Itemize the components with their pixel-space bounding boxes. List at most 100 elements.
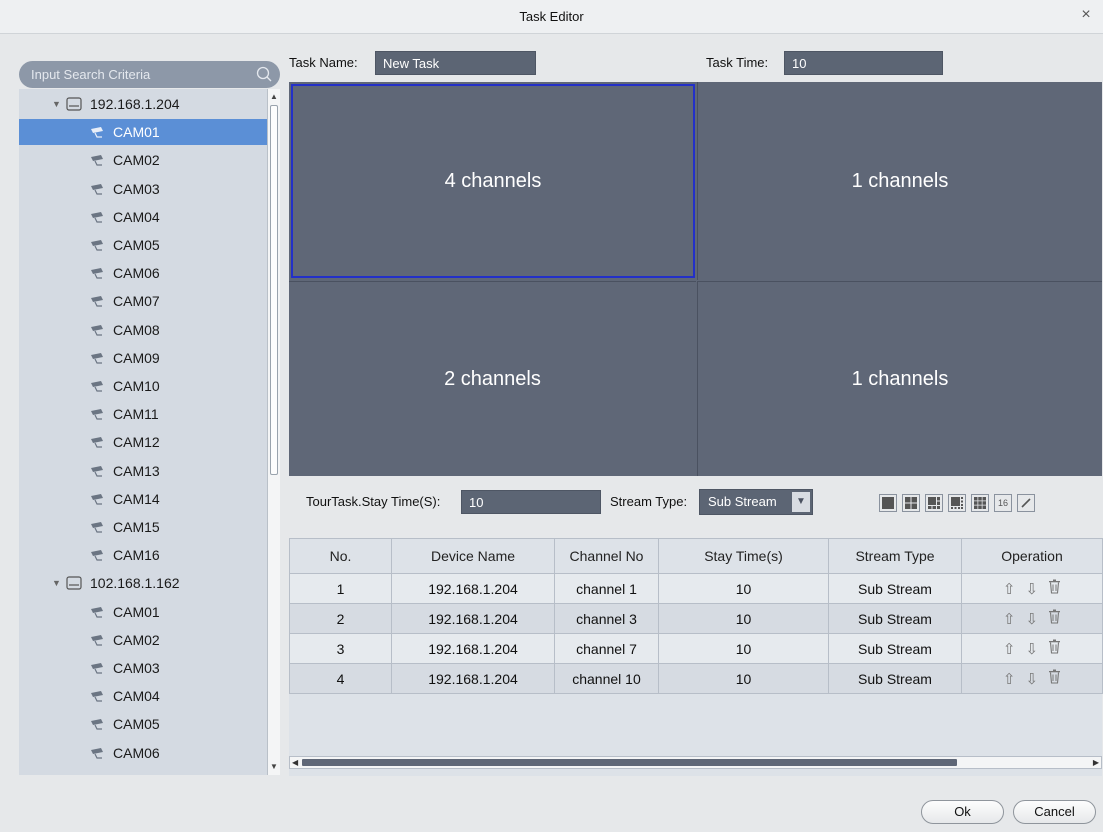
- table-cell: channel 7: [554, 633, 659, 664]
- table-cell: Sub Stream: [828, 573, 962, 604]
- tree-camera-item[interactable]: CAM03: [19, 176, 267, 202]
- tree-camera-item[interactable]: CAM11: [19, 401, 267, 427]
- scroll-left-icon[interactable]: ◀: [292, 757, 298, 768]
- camera-label: CAM11: [113, 406, 159, 423]
- expand-arrow-icon[interactable]: ▼: [52, 99, 64, 109]
- tree-camera-item[interactable]: CAM04: [19, 204, 267, 230]
- tree-camera-item[interactable]: CAM02: [19, 627, 267, 653]
- camera-label: CAM06: [113, 265, 160, 282]
- task-time-label: Task Time:: [706, 55, 769, 70]
- col-stay-time[interactable]: Stay Time(s): [658, 538, 829, 574]
- move-up-icon[interactable]: ⇧: [1003, 640, 1016, 658]
- scroll-thumb[interactable]: [270, 105, 278, 475]
- col-device-name[interactable]: Device Name: [391, 538, 555, 574]
- tree-camera-item[interactable]: CAM06: [19, 740, 267, 766]
- tree-camera-item[interactable]: CAM01: [19, 599, 267, 625]
- table-horizontal-scrollbar[interactable]: ◀ ▶: [289, 756, 1102, 769]
- tree-camera-item[interactable]: CAM02: [19, 147, 267, 173]
- tree-camera-item[interactable]: CAM03: [19, 655, 267, 681]
- tree-camera-item[interactable]: CAM10: [19, 373, 267, 399]
- layout-8-icon[interactable]: [948, 494, 966, 512]
- table-row[interactable]: 2 192.168.1.204 channel 3 10 Sub Stream ⇧ ⇩: [289, 603, 1103, 634]
- move-down-icon[interactable]: ⇩: [1026, 670, 1039, 688]
- table-row[interactable]: 3 192.168.1.204 channel 7 10 Sub Stream ⇧ ⇩: [289, 633, 1103, 664]
- tree-camera-item[interactable]: CAM07: [19, 288, 267, 314]
- camera-label: CAM05: [113, 237, 160, 253]
- grid-cell-1[interactable]: 4 channels: [291, 84, 695, 278]
- expand-arrow-icon[interactable]: ▼: [52, 578, 64, 588]
- scroll-down-icon[interactable]: ▼: [269, 761, 279, 773]
- move-up-icon[interactable]: ⇧: [1003, 580, 1016, 598]
- close-icon[interactable]: ×: [1075, 4, 1097, 26]
- scroll-right-icon[interactable]: ▶: [1093, 757, 1099, 768]
- layout-9-icon[interactable]: [971, 494, 989, 512]
- tree-camera-item[interactable]: CAM05: [19, 232, 267, 258]
- camera-icon: [91, 155, 103, 166]
- layout-6-icon[interactable]: [925, 494, 943, 512]
- ok-button[interactable]: Ok: [921, 800, 1004, 824]
- scroll-up-icon[interactable]: ▲: [269, 91, 279, 103]
- tree-camera-item[interactable]: CAM01: [19, 119, 267, 146]
- cancel-button[interactable]: Cancel: [1013, 800, 1096, 824]
- window-title: Task Editor: [519, 9, 584, 24]
- device-icon: [66, 576, 82, 590]
- table-cell: 192.168.1.204: [391, 603, 555, 634]
- layout-4-icon[interactable]: [902, 494, 920, 512]
- tree-device-0[interactable]: ▼ 192.168.1.204: [19, 91, 267, 117]
- device-icon: [66, 97, 82, 111]
- tree-camera-item[interactable]: CAM06: [19, 260, 267, 286]
- tree-scrollbar[interactable]: ▲ ▼: [267, 89, 280, 775]
- tree-camera-item[interactable]: CAM07: [19, 768, 267, 775]
- table-cell: channel 10: [554, 663, 659, 694]
- scroll-thumb-horizontal[interactable]: [302, 759, 957, 766]
- col-operation[interactable]: Operation: [961, 538, 1103, 574]
- col-no[interactable]: No.: [289, 538, 392, 574]
- layout-1-icon[interactable]: [879, 494, 897, 512]
- camera-label: CAM12: [113, 434, 160, 451]
- edit-layout-icon[interactable]: [1017, 494, 1035, 512]
- move-down-icon[interactable]: ⇩: [1026, 640, 1039, 658]
- camera-icon: [91, 437, 103, 448]
- camera-icon: [91, 409, 103, 420]
- tree-camera-item[interactable]: CAM15: [19, 514, 267, 540]
- table-cell: 3: [289, 633, 392, 664]
- search-icon[interactable]: [256, 66, 272, 82]
- delete-icon[interactable]: [1048, 579, 1061, 598]
- chevron-down-icon[interactable]: ▼: [792, 492, 810, 512]
- col-channel-no[interactable]: Channel No: [554, 538, 659, 574]
- col-stream-type[interactable]: Stream Type: [828, 538, 962, 574]
- stream-type-select[interactable]: Sub Stream ▼: [699, 489, 813, 515]
- tree-camera-item[interactable]: CAM14: [19, 486, 267, 512]
- grid-cell-2[interactable]: 1 channels: [697, 82, 1102, 280]
- tree-camera-item[interactable]: CAM09: [19, 345, 267, 371]
- move-up-icon[interactable]: ⇧: [1003, 610, 1016, 628]
- camera-label: CAM09: [113, 349, 160, 366]
- grid-cell-4[interactable]: 1 channels: [697, 281, 1102, 476]
- tree-camera-item[interactable]: CAM05: [19, 711, 267, 737]
- camera-icon: [91, 268, 103, 279]
- camera-icon: [91, 522, 103, 533]
- move-down-icon[interactable]: ⇩: [1026, 610, 1039, 628]
- delete-icon[interactable]: [1048, 639, 1061, 658]
- task-time-input[interactable]: 10: [784, 51, 943, 75]
- layout-16-icon[interactable]: 16: [994, 494, 1012, 512]
- task-name-input[interactable]: New Task: [375, 51, 536, 75]
- tree-camera-item[interactable]: CAM04: [19, 683, 267, 709]
- tree-camera-item[interactable]: CAM12: [19, 429, 267, 455]
- grid-cell-3[interactable]: 2 channels: [289, 281, 696, 476]
- delete-icon[interactable]: [1048, 609, 1061, 628]
- tree-camera-item[interactable]: CAM13: [19, 458, 267, 484]
- camera-icon: [91, 663, 103, 674]
- stay-time-input[interactable]: 10: [461, 490, 601, 514]
- tree-device-1[interactable]: ▼ 102.168.1.162: [19, 570, 267, 596]
- search-input[interactable]: [31, 61, 256, 88]
- move-up-icon[interactable]: ⇧: [1003, 670, 1016, 688]
- tree-camera-item[interactable]: CAM16: [19, 542, 267, 568]
- table-row[interactable]: 4 192.168.1.204 channel 10 10 Sub Stream ⇧ ⇩: [289, 663, 1103, 694]
- camera-label: CAM01: [113, 124, 160, 141]
- tree-camera-item[interactable]: CAM08: [19, 317, 267, 343]
- table-row[interactable]: 1 192.168.1.204 channel 1 10 Sub Stream ⇧ ⇩: [289, 573, 1103, 604]
- delete-icon[interactable]: [1048, 669, 1061, 688]
- operation-cell: ⇧ ⇩: [961, 633, 1103, 664]
- move-down-icon[interactable]: ⇩: [1026, 580, 1039, 598]
